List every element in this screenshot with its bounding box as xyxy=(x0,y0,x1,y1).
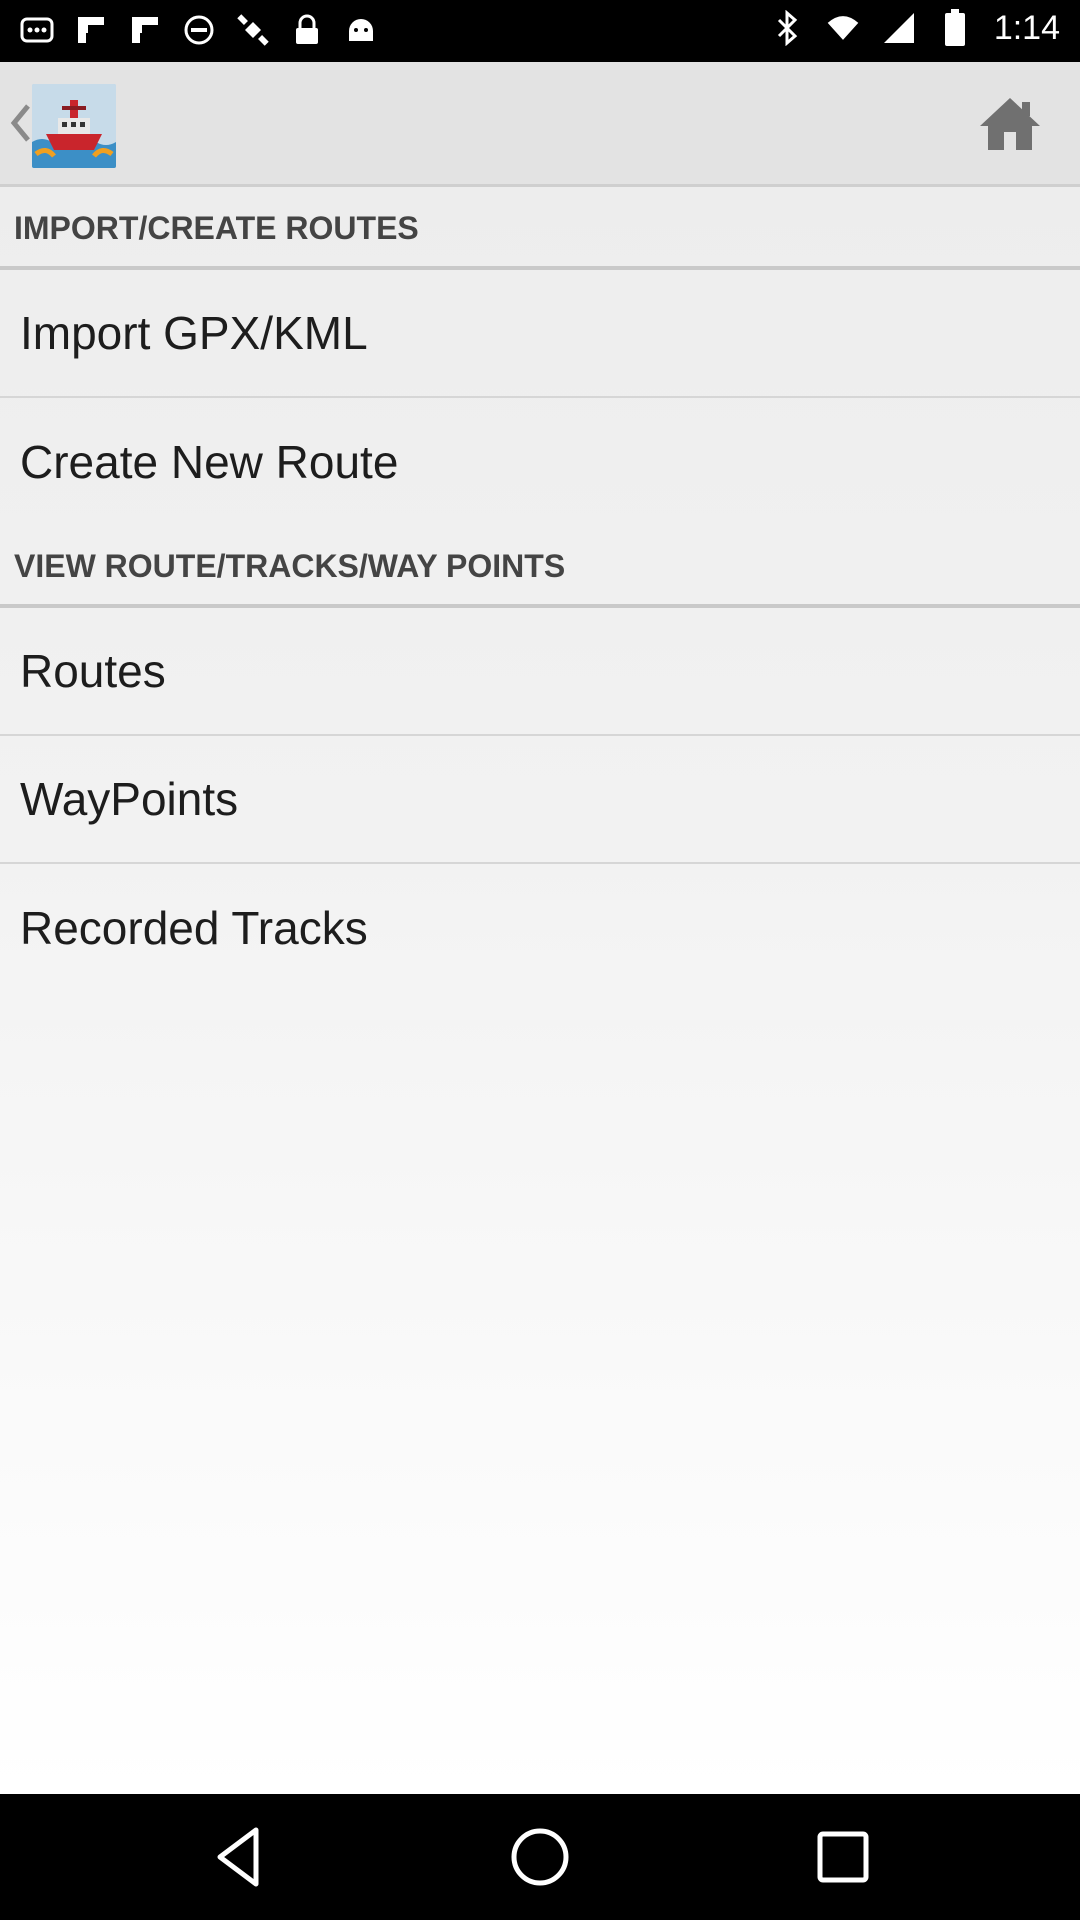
circle-icon xyxy=(182,10,216,50)
flipboard-icon xyxy=(74,10,108,50)
bluetooth-icon xyxy=(770,8,804,48)
satellite-fake-icon xyxy=(236,10,270,50)
lock-icon xyxy=(290,10,324,50)
wifi-icon xyxy=(826,8,860,48)
list-item-recorded-tracks[interactable]: Recorded Tracks xyxy=(0,864,1080,992)
status-bar: 1:14 xyxy=(0,0,1080,62)
list-item-waypoints[interactable]: WayPoints xyxy=(0,736,1080,864)
navigation-bar xyxy=(0,1794,1080,1920)
system-status-area: 1:14 xyxy=(770,8,1060,48)
app-screen: IMPORT/CREATE ROUTES Import GPX/KML Crea… xyxy=(0,62,1080,1794)
action-bar xyxy=(0,62,1080,187)
section-header-import-create: IMPORT/CREATE ROUTES xyxy=(0,190,1080,270)
notification-area xyxy=(20,10,378,50)
ship-logo-icon[interactable] xyxy=(32,84,116,168)
battery-icon xyxy=(938,8,972,48)
home-icon[interactable] xyxy=(978,94,1042,154)
notification-icon xyxy=(20,10,54,50)
chevron-left-icon[interactable] xyxy=(8,98,34,148)
android-icon xyxy=(344,10,378,50)
list-item-create-new-route[interactable]: Create New Route xyxy=(0,398,1080,526)
list-item-routes[interactable]: Routes xyxy=(0,608,1080,736)
signal-icon xyxy=(882,8,916,48)
section-header-view-routes: VIEW ROUTE/TRACKS/WAY POINTS xyxy=(0,528,1080,608)
recents-square-icon[interactable] xyxy=(810,1824,876,1890)
status-time: 1:14 xyxy=(993,8,1060,47)
list-item-import-gpx-kml[interactable]: Import GPX/KML xyxy=(0,270,1080,398)
back-triangle-icon[interactable] xyxy=(206,1824,272,1890)
home-circle-icon[interactable] xyxy=(507,1824,573,1890)
flipboard-icon xyxy=(128,10,162,50)
